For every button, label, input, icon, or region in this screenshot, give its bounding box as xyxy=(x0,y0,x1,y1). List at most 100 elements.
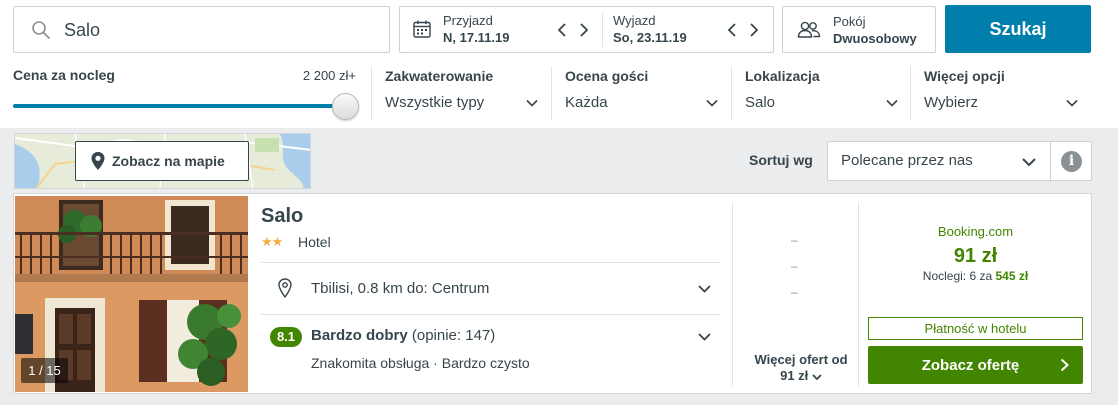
checkin-arrows xyxy=(555,19,591,41)
divider xyxy=(858,202,859,386)
accommodation-filter[interactable]: Zakwaterowanie Wszystkie typy xyxy=(385,67,540,117)
alt-price-placeholder: – xyxy=(791,259,798,273)
chevron-down-icon xyxy=(886,99,898,107)
sort-label: Sortuj wg xyxy=(749,152,813,168)
rating-count: (opinie: 147) xyxy=(411,327,496,344)
rating-summary: Bardzo dobry (opinie: 147) xyxy=(311,327,495,344)
more-offers-price-row: 91 zł xyxy=(745,368,857,384)
location-filter-value: Salo xyxy=(745,94,776,111)
more-options-filter[interactable]: Więcej opcji Wybierz xyxy=(924,67,1080,117)
hotel-photo[interactable]: 1 / 15 xyxy=(15,196,248,392)
price-slider-track[interactable] xyxy=(13,104,343,108)
sort-value: Polecane przez nas xyxy=(841,152,973,169)
checkout-arrows xyxy=(725,19,761,41)
divider xyxy=(732,202,733,386)
users-icon xyxy=(797,21,821,38)
location-text: Tbilisi, 0.8 km do: Centrum xyxy=(311,280,490,297)
checkin-next-button[interactable] xyxy=(577,19,591,41)
results-area: Zobacz na mapie Sortuj wg Polecane przez… xyxy=(0,128,1118,405)
chevron-left-icon xyxy=(558,23,566,37)
price-slider-handle[interactable] xyxy=(332,93,359,120)
filter-divider xyxy=(731,66,732,120)
filter-bar: Cena za nocleg 2 200 zł+ Zakwaterowanie … xyxy=(0,58,1118,128)
guest-rating-filter[interactable]: Ocena gości Każda xyxy=(565,67,720,117)
search-bar: Przyjazd N, 17.11.19 Wyjazd So, 23.11.19 xyxy=(0,0,1118,58)
nights-text: Noclegi: 6 za xyxy=(922,269,993,283)
search-input[interactable] xyxy=(64,15,374,45)
chevron-down-icon xyxy=(812,373,822,380)
rating-text: Bardzo dobry xyxy=(311,327,408,344)
view-deal-label: Zobacz ofertę xyxy=(921,357,1020,374)
sort-dropdown[interactable]: Polecane przez nas xyxy=(827,141,1051,181)
rating-score-badge: 8.1 xyxy=(270,327,302,347)
location-row[interactable]: Tbilisi, 0.8 km do: Centrum xyxy=(261,264,720,314)
payment-badge: Płatność w hotelu xyxy=(868,317,1083,340)
chevron-left-icon xyxy=(728,23,736,37)
chevron-right-icon xyxy=(580,23,588,37)
more-options-filter-title: Więcej opcji xyxy=(924,68,1005,84)
checkout-prev-button[interactable] xyxy=(725,19,739,41)
map-pin-icon xyxy=(91,152,105,170)
show-on-map-button[interactable]: Zobacz na mapie xyxy=(75,141,249,181)
chevron-down-icon xyxy=(706,99,718,107)
more-offers-label: Więcej ofert od xyxy=(754,352,848,367)
price-filter-max: 2 200 zł+ xyxy=(302,68,356,83)
chevron-down-icon xyxy=(698,333,711,341)
deal-provider: Booking.com xyxy=(937,224,1014,239)
calendar-icon xyxy=(413,20,431,38)
rating-row[interactable]: 8.1 Bardzo dobry (opinie: 147) Znakomita… xyxy=(261,315,720,387)
chevron-right-icon xyxy=(750,23,758,37)
deal-price[interactable]: 91 zł xyxy=(868,245,1083,268)
chevron-down-icon xyxy=(1066,99,1078,107)
more-offers-link[interactable]: Więcej ofert od 91 zł xyxy=(745,352,857,384)
location-filter-title: Lokalizacja xyxy=(745,68,820,84)
more-options-filter-value: Wybierz xyxy=(924,94,979,111)
rating-highlights: Znakomita obsługa · Bardzo czysto xyxy=(311,355,530,371)
chevron-down-icon xyxy=(1022,158,1036,167)
destination-search-field[interactable] xyxy=(13,6,390,53)
checkout-next-button[interactable] xyxy=(747,19,761,41)
filter-divider xyxy=(551,66,552,120)
nights-total: Noclegi: 6 za 545 zł xyxy=(868,269,1083,283)
view-deal-button[interactable]: Zobacz ofertę xyxy=(868,346,1083,384)
hotel-type: Hotel xyxy=(298,234,331,250)
date-divider xyxy=(602,13,603,47)
show-on-map-label: Zobacz na mapie xyxy=(112,153,225,169)
hotel-result-card: 1 / 15 Salo ★★ Hotel Tbilisi, 0.8 km do:… xyxy=(13,193,1092,394)
sort-info-button[interactable]: i xyxy=(1050,141,1092,181)
chevron-right-icon xyxy=(1060,358,1069,372)
chevron-down-icon xyxy=(698,285,711,293)
checkin-label: Przyjazd xyxy=(443,13,493,28)
date-picker: Przyjazd N, 17.11.19 Wyjazd So, 23.11.19 xyxy=(399,6,774,53)
checkout-date[interactable]: Wyjazd So, 23.11.19 xyxy=(613,13,687,46)
room-value: Dwuosobowy xyxy=(833,31,917,46)
divider xyxy=(261,262,720,263)
accommodation-filter-value: Wszystkie typy xyxy=(385,94,485,111)
checkin-prev-button[interactable] xyxy=(555,19,569,41)
guest-rating-filter-value: Każda xyxy=(565,94,608,111)
room-label: Pokój xyxy=(833,14,866,29)
guest-rating-filter-title: Ocena gości xyxy=(565,68,649,84)
magnifier-icon xyxy=(32,21,50,39)
chevron-down-icon xyxy=(526,99,538,107)
filter-divider xyxy=(371,66,372,120)
search-button[interactable]: Szukaj xyxy=(945,5,1091,53)
checkin-value: N, 17.11.19 xyxy=(443,30,510,45)
checkin-date[interactable]: Przyjazd N, 17.11.19 xyxy=(443,13,510,46)
price-filter: Cena za nocleg 2 200 zł+ xyxy=(13,67,359,120)
room-type-selector[interactable]: Pokój Dwuosobowy xyxy=(782,6,936,53)
more-offers-price: 91 zł xyxy=(780,368,809,383)
info-icon: i xyxy=(1061,151,1082,172)
checkout-label: Wyjazd xyxy=(613,13,656,28)
hotel-name[interactable]: Salo xyxy=(261,205,303,228)
location-filter[interactable]: Lokalizacja Salo xyxy=(745,67,900,117)
alt-price-placeholder: – xyxy=(791,233,798,247)
accommodation-filter-title: Zakwaterowanie xyxy=(385,68,494,84)
checkout-value: So, 23.11.19 xyxy=(613,30,687,45)
photo-counter: 1 / 15 xyxy=(21,358,68,383)
nights-total-price: 545 zł xyxy=(995,269,1029,283)
filter-divider xyxy=(910,66,911,120)
hotel-stars: ★★ xyxy=(261,234,283,249)
location-pin-icon xyxy=(278,278,292,298)
alt-price-placeholder: – xyxy=(791,285,798,299)
